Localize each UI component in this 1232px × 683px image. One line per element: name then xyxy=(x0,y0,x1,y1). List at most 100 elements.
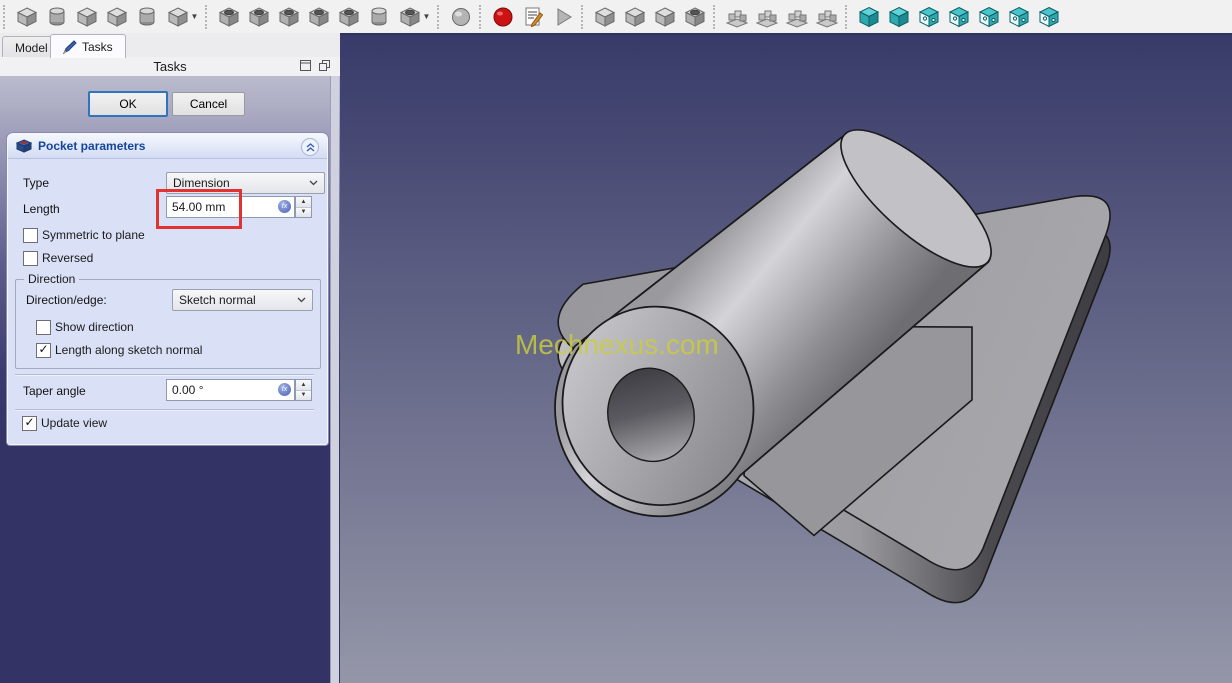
pocket-icon xyxy=(16,139,32,153)
thickness-icon[interactable] xyxy=(680,3,710,31)
multi-transform-icon[interactable] xyxy=(812,3,842,31)
watermark: Mechnexus.com xyxy=(515,329,719,360)
cancel-button-label: Cancel xyxy=(189,97,228,111)
additive-primitive-icon[interactable]: ▼ xyxy=(162,3,202,31)
taper-spinbuttons[interactable]: ▲ ▼ xyxy=(295,379,312,401)
hole-icon[interactable] xyxy=(244,3,274,31)
direction-edge-label: Direction/edge: xyxy=(26,293,107,307)
pad-icon[interactable] xyxy=(12,3,42,31)
toolbar-handle[interactable] xyxy=(437,4,443,29)
subtractive-loft-icon[interactable] xyxy=(304,3,334,31)
spin-down-icon[interactable]: ▼ xyxy=(296,390,311,400)
ok-button[interactable]: OK xyxy=(88,91,168,117)
view-cube-3-icon[interactable] xyxy=(914,3,944,31)
toolbar-group xyxy=(854,3,1064,31)
spin-up-icon[interactable]: ▲ xyxy=(296,380,311,391)
ok-button-label: OK xyxy=(119,97,137,111)
dropdown-arrow-icon[interactable]: ▼ xyxy=(423,12,431,21)
draft-icon[interactable] xyxy=(650,3,680,31)
main-toolbar: ▼ ▼ xyxy=(0,0,1232,33)
update-view-checkmark: ✓ xyxy=(24,415,35,429)
toolbar-handle[interactable] xyxy=(479,4,485,29)
separator xyxy=(15,409,314,411)
show-direction-checkbox[interactable] xyxy=(36,320,51,335)
direction-edge-combobox[interactable]: Sketch normal xyxy=(172,289,313,311)
view-cube-6-icon[interactable] xyxy=(1004,3,1034,31)
pen-icon xyxy=(63,39,77,54)
view-cube-1-icon[interactable] xyxy=(854,3,884,31)
taper-angle-value: 0.00 ° xyxy=(172,383,204,397)
float-panel-icon[interactable] xyxy=(319,60,330,71)
taper-angle-input[interactable]: 0.00 ° xyxy=(166,379,295,401)
freecad-window: ▼ ▼ Model Tasks Tasks OK Cancel Pocket p… xyxy=(0,0,1232,683)
length-along-checkmark: ✓ xyxy=(38,342,49,356)
view-cube-5-icon[interactable] xyxy=(974,3,1004,31)
view-cube-4-icon[interactable] xyxy=(944,3,974,31)
expression-editor-icon[interactable]: fx xyxy=(278,383,291,396)
length-spinbuttons[interactable]: ▲ ▼ xyxy=(295,196,312,218)
macro-record-icon[interactable] xyxy=(488,3,518,31)
toolbar-handle[interactable] xyxy=(713,4,719,29)
3d-viewport[interactable]: Mechnexus.com xyxy=(340,33,1232,683)
pocket-icon[interactable] xyxy=(214,3,244,31)
additive-pipe-icon[interactable] xyxy=(102,3,132,31)
length-value: 54.00 mm xyxy=(172,200,226,214)
spin-down-icon[interactable]: ▼ xyxy=(296,207,311,217)
dropdown-arrow-icon[interactable]: ▼ xyxy=(191,12,199,21)
chamfer-icon[interactable] xyxy=(620,3,650,31)
update-view-checkbox[interactable]: ✓ xyxy=(22,416,37,431)
additive-loft-icon[interactable] xyxy=(72,3,102,31)
toolbar-handle[interactable] xyxy=(3,4,9,29)
view-cube-7-icon[interactable] xyxy=(1034,3,1064,31)
dock-panel-icon[interactable] xyxy=(300,60,311,71)
chevron-up-icon xyxy=(306,142,314,152)
panel-tabs: Model Tasks xyxy=(0,33,340,58)
tasks-title: Tasks xyxy=(153,59,187,74)
groove-icon[interactable] xyxy=(274,3,304,31)
revolution-icon[interactable] xyxy=(42,3,72,31)
reversed-label: Reversed xyxy=(42,251,94,265)
toolbar-group xyxy=(722,3,842,31)
subtractive-primitive-icon[interactable]: ▼ xyxy=(394,3,434,31)
toolbar-group xyxy=(446,3,476,31)
cancel-button[interactable]: Cancel xyxy=(172,92,245,116)
toolbar-handle[interactable] xyxy=(581,4,587,29)
macro-execute-icon[interactable] xyxy=(548,3,578,31)
tab-tasks[interactable]: Tasks xyxy=(50,34,126,58)
boolean-operation-icon[interactable] xyxy=(446,3,476,31)
mirrored-icon[interactable] xyxy=(722,3,752,31)
subtractive-pipe-icon[interactable] xyxy=(334,3,364,31)
type-value: Dimension xyxy=(173,176,230,190)
type-combobox[interactable]: Dimension xyxy=(166,172,325,194)
length-input[interactable]: 54.00 mm xyxy=(166,196,295,218)
tab-model-label: Model xyxy=(15,40,48,55)
reversed-checkbox[interactable] xyxy=(23,251,38,266)
linear-pattern-icon[interactable] xyxy=(752,3,782,31)
toolbar-group xyxy=(488,3,578,31)
direction-group-title: Direction xyxy=(24,272,80,286)
symmetric-checkbox[interactable] xyxy=(23,228,38,243)
subtractive-helix-icon[interactable] xyxy=(364,3,394,31)
chevron-down-icon xyxy=(309,180,318,186)
spin-up-icon[interactable]: ▲ xyxy=(296,197,311,208)
toolbar-group: ▼ xyxy=(214,3,434,31)
view-cube-2-icon[interactable] xyxy=(884,3,914,31)
polar-pattern-icon[interactable] xyxy=(782,3,812,31)
length-label: Length xyxy=(23,202,60,216)
toolbar-handle[interactable] xyxy=(205,4,211,29)
macro-edit-icon[interactable] xyxy=(518,3,548,31)
toolbar-handle[interactable] xyxy=(845,4,851,29)
dialog-header[interactable]: Pocket parameters xyxy=(8,134,327,159)
length-along-label: Length along sketch normal xyxy=(55,343,203,357)
collapse-button[interactable] xyxy=(301,138,319,156)
additive-helix-icon[interactable] xyxy=(132,3,162,31)
length-along-checkbox[interactable]: ✓ xyxy=(36,343,51,358)
chevron-down-icon xyxy=(297,297,306,303)
direction-edge-value: Sketch normal xyxy=(179,293,256,307)
type-label: Type xyxy=(23,176,50,190)
expression-editor-icon[interactable]: fx xyxy=(278,200,291,213)
panel-scrollbar[interactable] xyxy=(330,76,339,683)
tasks-titlebar: Tasks xyxy=(0,57,340,76)
fillet-icon[interactable] xyxy=(590,3,620,31)
taper-angle-label: Taper angle xyxy=(23,384,86,398)
